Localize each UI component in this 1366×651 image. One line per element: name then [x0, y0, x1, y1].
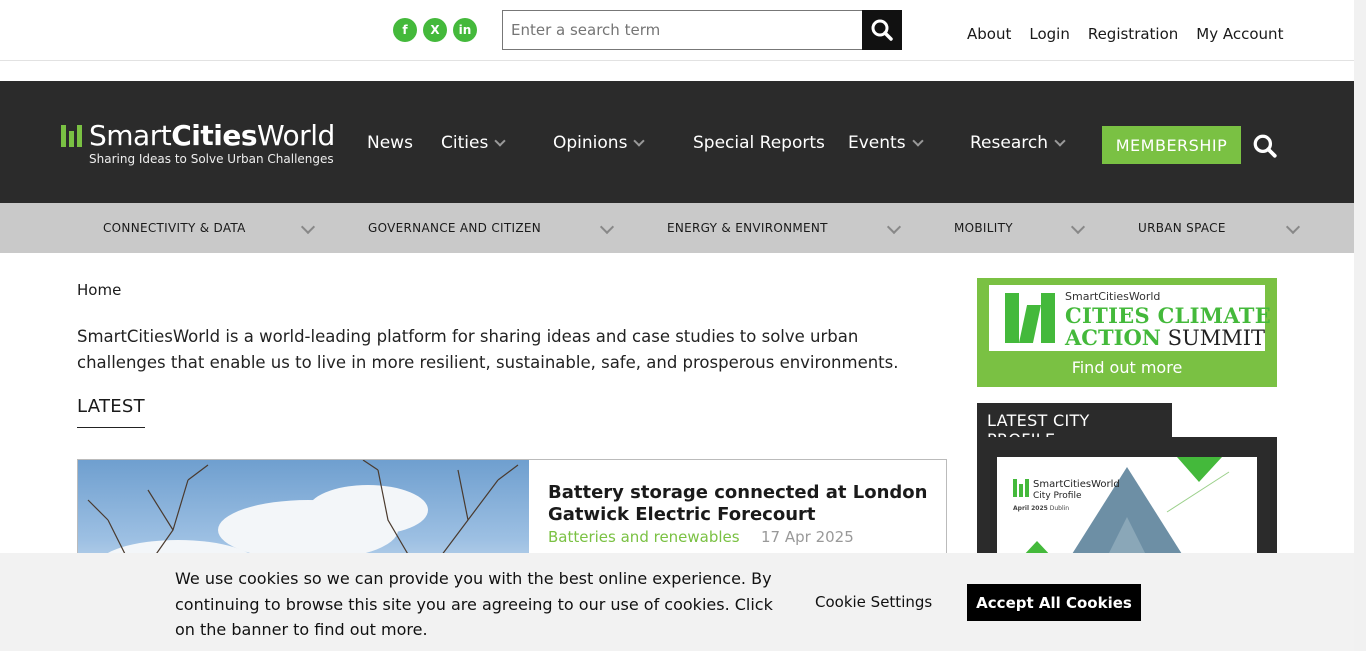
nav-events[interactable]: Events: [848, 133, 924, 153]
climate-summit-banner[interactable]: SmartCitiesWorld CITIES CLIMATE ACTION S…: [977, 278, 1277, 387]
search-input[interactable]: [502, 10, 863, 50]
about-link[interactable]: About: [967, 25, 1011, 43]
topic-urban-space[interactable]: URBAN SPACE: [1138, 221, 1226, 235]
summit-title-line2: ACTION SUMMIT: [1065, 325, 1266, 350]
login-link[interactable]: Login: [1029, 25, 1069, 43]
profile-date: April 2025 Dublin: [1013, 505, 1070, 512]
summit-brand: SmartCitiesWorld: [1065, 290, 1161, 303]
x-twitter-icon[interactable]: X: [423, 18, 447, 42]
my-account-link[interactable]: My Account: [1196, 25, 1283, 43]
facebook-icon[interactable]: f: [393, 18, 417, 42]
chevron-down-icon[interactable]: [599, 219, 615, 235]
page-scrollbar[interactable]: [1354, 0, 1366, 651]
logo-tagline: Sharing Ideas to Solve Urban Challenges: [89, 152, 334, 166]
nav-cities[interactable]: Cities: [441, 133, 506, 153]
profile-logo-mark-icon: [1013, 479, 1029, 497]
search-icon: [871, 19, 893, 41]
cookie-settings-button[interactable]: Cookie Settings: [815, 593, 932, 611]
accept-all-cookies-button[interactable]: Accept All Cookies: [967, 584, 1141, 621]
chevron-down-icon[interactable]: [300, 219, 316, 235]
summit-mark-icon: [1005, 293, 1057, 345]
profile-subtitle: City Profile: [1033, 491, 1082, 501]
top-utility-bar: f X in About Login Registration My Accou…: [0, 0, 1354, 61]
topic-mobility[interactable]: MOBILITY: [954, 221, 1013, 235]
nav-search-button[interactable]: [1252, 133, 1278, 163]
topic-energy-environment[interactable]: ENERGY & ENVIRONMENT: [667, 221, 828, 235]
summit-find-out-more[interactable]: Find out more: [977, 358, 1277, 377]
nav-research[interactable]: Research: [970, 133, 1066, 153]
search-button[interactable]: [862, 10, 902, 50]
linkedin-icon[interactable]: in: [453, 18, 477, 42]
registration-link[interactable]: Registration: [1088, 25, 1178, 43]
chevron-down-icon: [494, 135, 506, 147]
latest-city-profile-heading: LATEST CITY PROFILE: [977, 403, 1172, 449]
nav-special-reports[interactable]: Special Reports: [693, 133, 825, 153]
logo-mark-icon: [61, 125, 83, 147]
social-links: f X in: [393, 18, 477, 42]
topic-navigation: CONNECTIVITY & DATA GOVERNANCE AND CITIZ…: [0, 203, 1354, 253]
cookie-banner[interactable]: We use cookies so we can provide you wit…: [0, 553, 1354, 651]
chevron-down-icon: [911, 135, 924, 147]
cookie-message[interactable]: We use cookies so we can provide you wit…: [175, 566, 775, 643]
topic-connectivity-data[interactable]: CONNECTIVITY & DATA: [103, 221, 246, 235]
chevron-down-icon[interactable]: [1070, 219, 1086, 235]
nav-news[interactable]: News: [367, 133, 413, 153]
main-navigation: SmartCitiesWorld Sharing Ideas to Solve …: [0, 81, 1354, 203]
utility-links: About Login Registration My Account: [967, 25, 1283, 43]
chevron-down-icon: [633, 135, 646, 147]
chevron-down-icon[interactable]: [1285, 219, 1301, 235]
nav-opinions[interactable]: Opinions: [553, 133, 646, 153]
chevron-down-icon: [1054, 135, 1066, 147]
intro-text: SmartCitiesWorld is a world-leading plat…: [77, 327, 899, 372]
summit-logo: SmartCitiesWorld CITIES CLIMATE ACTION S…: [989, 285, 1271, 351]
profile-brand: SmartCitiesWorld: [1033, 479, 1120, 490]
search-icon: [1253, 134, 1277, 158]
chevron-down-icon[interactable]: [886, 219, 902, 235]
breadcrumb[interactable]: Home: [77, 281, 121, 299]
article-date: 17 Apr 2025: [761, 528, 854, 546]
article-title[interactable]: Battery storage connected at London Gatw…: [548, 482, 928, 526]
latest-heading: LATEST: [77, 396, 145, 428]
topic-governance-citizen[interactable]: GOVERNANCE AND CITIZEN: [368, 221, 541, 235]
logo-wordmark: SmartCitiesWorld: [89, 119, 335, 152]
membership-button[interactable]: MEMBERSHIP: [1102, 126, 1241, 164]
article-category[interactable]: Batteries and renewables: [548, 528, 740, 546]
